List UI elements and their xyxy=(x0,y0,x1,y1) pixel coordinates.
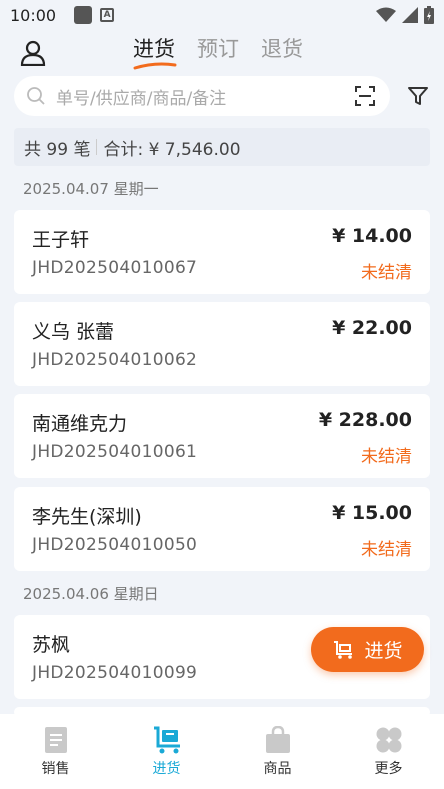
header: 进货 预订 退货 xyxy=(0,30,444,74)
search-placeholder: 单号/供应商/商品/备注 xyxy=(56,88,227,109)
order-status: 未结清 xyxy=(361,540,412,560)
order-number: JHD202504010061 xyxy=(32,442,198,462)
date-header: 2025.04.06 星期日 xyxy=(23,585,159,603)
supplier-name: 李先生(深圳) xyxy=(32,506,142,528)
order-number: JHD202504010067 xyxy=(32,258,198,278)
supplier-name: 南通维克力 xyxy=(32,413,128,435)
order-number: JHD202504010050 xyxy=(32,535,198,555)
scan-icon[interactable] xyxy=(354,85,376,107)
nav-item-more[interactable]: 更多 xyxy=(333,714,444,789)
nav-item-sales[interactable]: 销售 xyxy=(0,714,111,789)
order-card[interactable]: 王子轩 JHD202504010067 ¥ 14.00 未结清 xyxy=(14,210,430,294)
add-purchase-button[interactable]: 进货 xyxy=(311,627,424,672)
nav-label-purchase: 进货 xyxy=(152,761,181,777)
order-amount: ¥ 14.00 xyxy=(332,225,412,247)
status-right-icons xyxy=(376,6,434,24)
clover-icon xyxy=(376,727,401,753)
nav-label-sales: 销售 xyxy=(41,761,70,777)
supplier-name: 苏枫 xyxy=(32,634,71,656)
filter-icon[interactable] xyxy=(406,84,430,108)
supplier-name: 王子轩 xyxy=(32,229,90,251)
notification-a-icon: A xyxy=(100,8,115,22)
date-header: 2025.04.07 星期一 xyxy=(23,180,159,198)
order-amount: ¥ 15.00 xyxy=(332,502,412,524)
summary-divider xyxy=(96,139,98,155)
battery-icon xyxy=(424,6,434,24)
fab-label: 进货 xyxy=(364,640,403,662)
order-card[interactable]: 南通维克力 JHD202504010061 ¥ 228.00 未结清 xyxy=(14,394,430,478)
order-amount: ¥ 22.00 xyxy=(332,317,412,339)
tab-purchase[interactable]: 进货 xyxy=(133,34,177,70)
tab-active-underline xyxy=(133,62,177,70)
search-icon xyxy=(27,87,45,105)
nav-label-more: 更多 xyxy=(374,761,403,777)
nav-label-products: 商品 xyxy=(263,761,292,777)
tab-reservation[interactable]: 预订 xyxy=(197,34,239,70)
summary-total: 合计: ¥ 7,546.00 xyxy=(103,139,241,160)
status-notification-icons: A xyxy=(74,6,115,24)
order-card[interactable]: 李先生(深圳) JHD202504010050 ¥ 15.00 未结清 xyxy=(14,487,430,571)
summary-bar: 共 99 笔 合计: ¥ 7,546.00 xyxy=(14,128,430,166)
document-icon xyxy=(44,727,67,753)
notification-app-icon xyxy=(74,6,93,24)
tab-return[interactable]: 退货 xyxy=(261,34,303,70)
order-amount: ¥ 228.00 xyxy=(318,409,412,431)
wifi-icon xyxy=(376,7,396,22)
order-number: JHD202504010062 xyxy=(32,350,198,370)
order-status: 未结清 xyxy=(361,447,412,467)
nav-item-products[interactable]: 商品 xyxy=(222,714,333,789)
tab-return-label: 退货 xyxy=(261,37,303,61)
supplier-name: 义乌 张蕾 xyxy=(32,321,115,343)
status-bar: 10:00 A xyxy=(0,0,444,30)
search-row: 单号/供应商/商品/备注 xyxy=(14,76,434,116)
search-input[interactable]: 单号/供应商/商品/备注 xyxy=(14,76,390,116)
cart-icon xyxy=(153,726,180,754)
order-status: 未结清 xyxy=(361,263,412,283)
tab-reservation-label: 预订 xyxy=(197,37,239,61)
purchase-cart-icon xyxy=(334,640,353,659)
tab-bar: 进货 预订 退货 xyxy=(133,34,303,70)
tab-purchase-label: 进货 xyxy=(133,37,175,61)
user-icon[interactable] xyxy=(20,40,46,66)
bottom-nav: 销售 进货 商品 更多 xyxy=(0,714,444,789)
order-card[interactable]: 义乌 张蕾 JHD202504010062 ¥ 22.00 xyxy=(14,302,430,386)
status-time: 10:00 xyxy=(10,5,57,25)
bag-icon xyxy=(265,726,290,753)
nav-item-purchase[interactable]: 进货 xyxy=(111,714,222,789)
order-number: JHD202504010099 xyxy=(32,663,198,683)
summary-count: 共 99 笔 xyxy=(24,139,91,160)
signal-icon xyxy=(402,7,418,23)
